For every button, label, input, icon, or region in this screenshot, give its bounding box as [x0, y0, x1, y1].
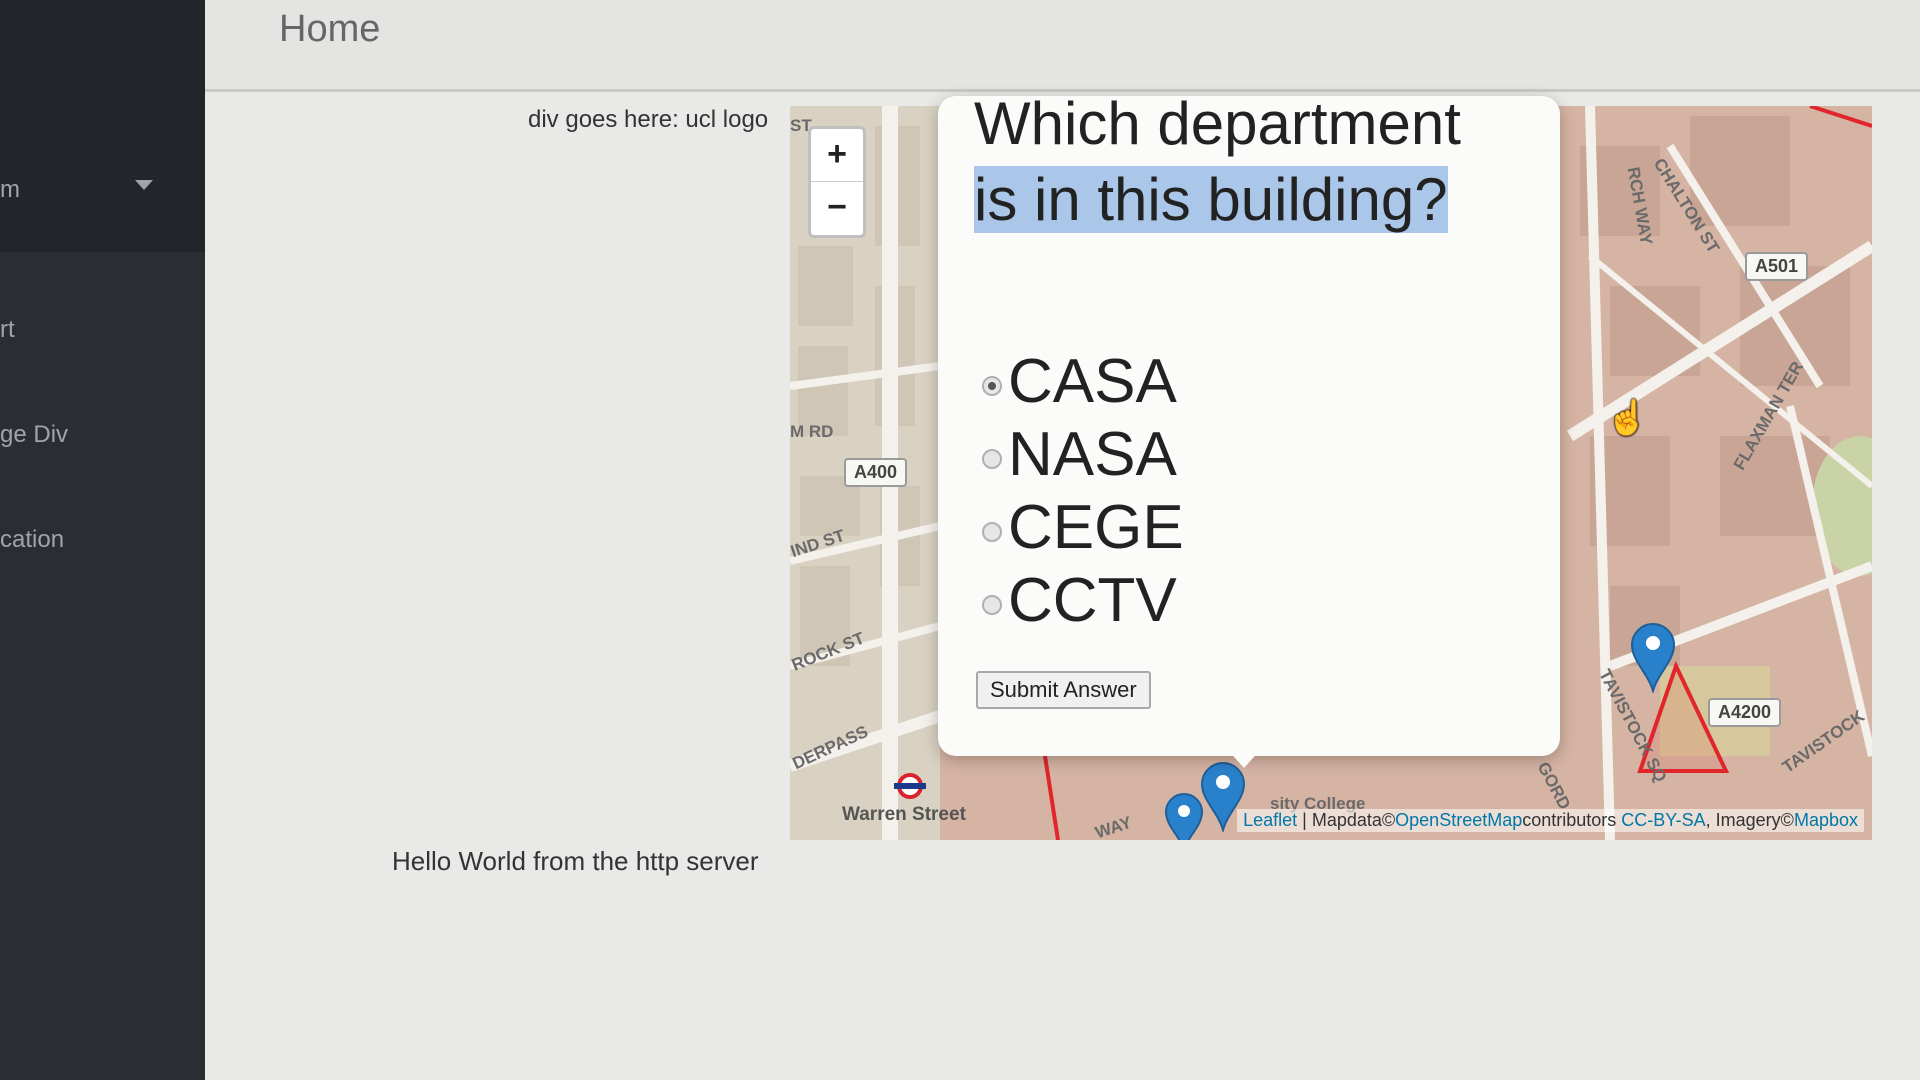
sidebar-item-chart[interactable]: rt [0, 305, 205, 355]
license-link[interactable]: CC-BY-SA [1621, 810, 1705, 830]
question-line: Which department [974, 90, 1461, 157]
sidebar-item-label: rt [0, 316, 15, 343]
leaflet-link[interactable]: Leaflet [1243, 810, 1297, 830]
sidebar: m rt ge Div cation [0, 0, 205, 1080]
station-label: Warren Street [842, 804, 966, 825]
quiz-popup: Which department is in this building? CA… [938, 90, 1560, 756]
map-attribution: Leaflet | Mapdata©OpenStreetMapcontribut… [1237, 809, 1864, 832]
attribution-text: , Imagery© [1705, 810, 1794, 830]
osm-link[interactable]: OpenStreetMap [1395, 810, 1522, 830]
radio-button-casa[interactable] [982, 376, 1002, 396]
logo-placeholder-text: div goes here: ucl logo [528, 106, 769, 133]
quiz-question: Which department is in this building? [974, 86, 1534, 238]
radio-button-nasa[interactable] [982, 449, 1002, 469]
road-shield-a400: A400 [844, 458, 908, 487]
sidebar-item-label: ge Div [0, 421, 69, 448]
sidebar-item-menu[interactable]: m [0, 165, 205, 215]
map-marker-icon[interactable] [1164, 792, 1204, 840]
attribution-text: | Mapdata© [1297, 810, 1396, 830]
mapbox-link[interactable]: Mapbox [1794, 810, 1858, 830]
answer-label: NASA [1008, 420, 1177, 489]
road-shield-a4200: A4200 [1708, 698, 1782, 727]
hand-cursor-icon: ☝ [1606, 399, 1649, 437]
road-shield-a501: A501 [1745, 252, 1809, 281]
answer-label: CEGE [1008, 493, 1184, 562]
sidebar-item-page-div[interactable]: ge Div [0, 410, 205, 460]
answer-label: CASA [1008, 347, 1177, 416]
radio-button-cctv[interactable] [982, 595, 1002, 615]
submit-answer-button[interactable]: Submit Answer [976, 671, 1151, 709]
answer-label: CCTV [1008, 566, 1177, 635]
attribution-text: contributors [1522, 810, 1617, 830]
sidebar-item-label: cation [0, 526, 65, 553]
hello-world-text: Hello World from the http server [392, 846, 759, 876]
zoom-out-button[interactable]: − [811, 182, 863, 235]
street-label: M RD [790, 422, 834, 441]
top-header: Home [205, 0, 1920, 92]
question-line-highlighted: is in this building? [974, 166, 1448, 233]
map-marker-icon[interactable] [1630, 621, 1676, 693]
page-title: Home [279, 8, 381, 50]
caret-down-icon [135, 180, 153, 190]
zoom-in-button[interactable]: + [811, 129, 863, 182]
zoom-control: + − [808, 126, 866, 238]
sidebar-item-location[interactable]: cation [0, 515, 205, 565]
radio-button-cege[interactable] [982, 522, 1002, 542]
popup-tip [1226, 748, 1262, 768]
sidebar-item-label: m [0, 176, 20, 203]
